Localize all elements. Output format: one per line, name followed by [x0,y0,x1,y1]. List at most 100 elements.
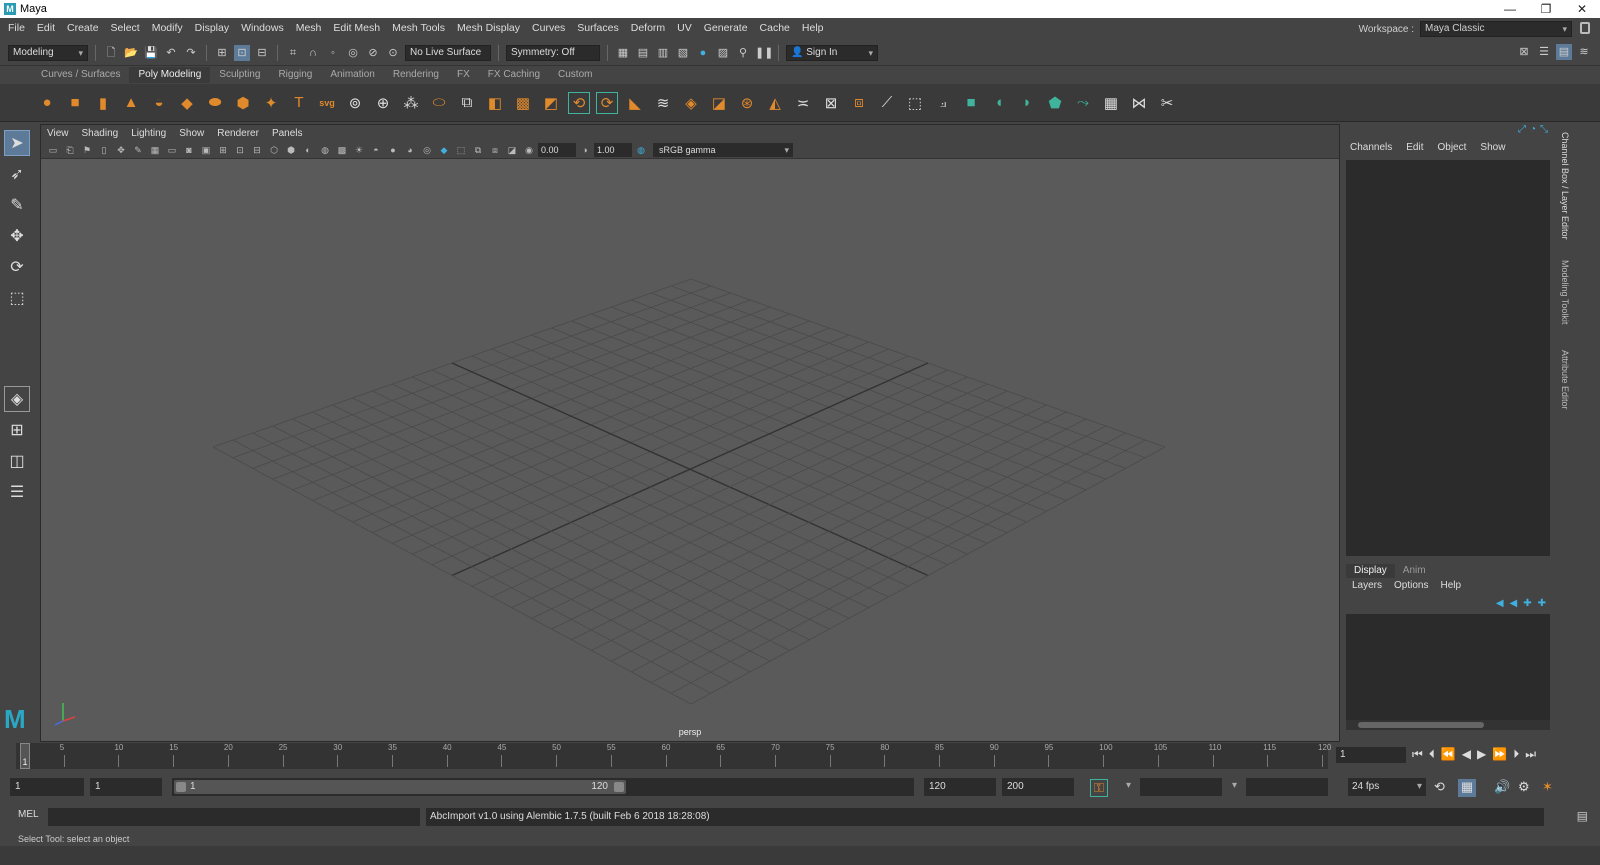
tab-rendering[interactable]: Rendering [384,67,448,83]
two-pane-layout-icon[interactable]: ◫ [4,448,30,474]
go-to-start-icon[interactable]: ⏮ [1412,747,1423,762]
vp-menu-show[interactable]: Show [179,128,204,139]
channel-box-area[interactable] [1346,160,1550,556]
snap-live-icon[interactable]: ⊙ [385,45,401,61]
gamma-icon[interactable]: ◑ [577,143,593,157]
single-perspective-layout-icon[interactable]: ◈ [4,386,30,412]
select-hierarchy-icon[interactable]: ⊞ [214,45,230,61]
new-scene-icon[interactable]: 🗋 [103,45,119,61]
play-backwards-icon[interactable]: ◀ [1462,747,1471,762]
menu-display[interactable]: Display [195,22,229,34]
depth-of-field-icon[interactable]: ◆ [436,143,452,157]
poly-disc-icon[interactable]: ⬬ [204,92,226,114]
script-editor-icon[interactable]: ▤ [1577,809,1588,823]
select-camera-icon[interactable]: ▭ [45,143,61,157]
menu-edit[interactable]: Edit [37,22,55,34]
modeling-toolkit-icon[interactable]: ⊠ [1516,44,1532,60]
poly-plane-icon[interactable]: ◆ [176,92,198,114]
sound-icon[interactable]: 🔊 [1494,779,1510,795]
menu-windows[interactable]: Windows [241,22,284,34]
resolution-gate-icon[interactable]: ◙ [181,143,197,157]
current-time-marker[interactable]: 1 [20,743,30,769]
append-polygon-icon[interactable]: ◈ [680,92,702,114]
snap-grid-icon[interactable]: ⌗ [285,45,301,61]
exposure-icon[interactable]: ◉ [521,143,537,157]
menu-select[interactable]: Select [111,22,140,34]
multi-cut-icon[interactable]: ◪ [708,92,730,114]
channel-box-icon[interactable]: ▤ [1556,44,1572,60]
menu-modify[interactable]: Modify [152,22,183,34]
menu-curves[interactable]: Curves [532,22,565,34]
cache-playback-icon[interactable]: ▦ [1458,779,1476,797]
platonic-solid-icon[interactable]: ⬢ [232,92,254,114]
anti-aliasing-icon[interactable]: ◎ [419,143,435,157]
automatic-uv-icon[interactable]: ■ [960,92,982,114]
uv-editor-icon[interactable]: ⤳ [1072,92,1094,114]
cb-menu-object[interactable]: Object [1438,142,1467,153]
menu-mesh-tools[interactable]: Mesh Tools [392,22,445,34]
grease-pencil-icon[interactable]: ✎ [130,143,146,157]
exposure-field[interactable]: 0.00 [538,142,576,157]
side-tab-channel-box[interactable]: Channel Box / Layer Editor [1560,132,1570,240]
side-tab-attribute-editor[interactable]: Attribute Editor [1560,350,1570,410]
vp-menu-shading[interactable]: Shading [82,128,119,139]
hypershade-icon[interactable]: ● [695,45,711,61]
channel-box-expand-icon[interactable]: ⤡ [1540,124,1548,138]
menu-uv[interactable]: UV [677,22,692,34]
smooth-icon[interactable]: ▩ [512,92,534,114]
2d-pan-icon[interactable]: ✥ [113,143,129,157]
channel-box-help-icon[interactable]: ◔ [1530,124,1536,138]
script-language-toggle[interactable]: MEL [18,809,39,820]
tab-custom[interactable]: Custom [549,67,601,83]
vp-menu-lighting[interactable]: Lighting [131,128,166,139]
step-forward-icon[interactable]: ⏵ [1513,747,1519,762]
poly-smooth-icon[interactable]: ⁂ [400,92,422,114]
cb-menu-edit[interactable]: Edit [1406,142,1423,153]
lasso-tool-icon[interactable]: ➶ [4,161,30,187]
layer-list[interactable] [1346,614,1550,720]
combine-icon[interactable]: ⬭ [428,92,450,114]
cylindrical-uv-icon[interactable]: ◖ [988,92,1010,114]
sign-in-dropdown[interactable]: 👤 Sign In ▾ [786,44,878,61]
render-view-icon[interactable]: ▦ [615,45,631,61]
attribute-editor-icon[interactable]: ☰ [1536,44,1552,60]
layer-tab-anim[interactable]: Anim [1395,564,1434,578]
scale-tool-icon[interactable]: ⬚ [4,285,30,311]
save-scene-icon[interactable]: 💾 [143,45,159,61]
outliner-layout-icon[interactable]: ☰ [4,479,30,505]
camera-uv-icon[interactable]: ⬟ [1044,92,1066,114]
separate-icon[interactable]: ⧉ [456,92,478,114]
grid-toggle-icon[interactable]: ▦ [147,143,163,157]
safe-action-icon[interactable]: ⊡ [232,143,248,157]
character-set-dropdown-icon[interactable]: ▾ [1232,780,1237,791]
offset-edge-loop-icon[interactable]: ◭ [764,92,786,114]
bevel-icon[interactable]: ◣ [624,92,646,114]
menu-create[interactable]: Create [67,22,99,34]
paint-select-icon[interactable]: ✎ [4,192,30,218]
select-object-icon[interactable]: ⊡ [234,44,250,61]
cb-menu-show[interactable]: Show [1480,142,1505,153]
step-back-icon[interactable]: ⏴ [1429,747,1435,762]
layer-tab-display[interactable]: Display [1346,564,1395,578]
rotate-tool-icon[interactable]: ⟳ [4,254,30,280]
smooth-shade-icon[interactable]: ⬢ [283,143,299,157]
viewport-panel[interactable]: View Shading Lighting Show Renderer Pane… [40,124,1340,742]
menu-mesh-display[interactable]: Mesh Display [457,22,520,34]
insert-edge-loop-icon[interactable]: ⊛ [736,92,758,114]
xray-icon[interactable]: ⧉ [470,143,486,157]
extrude-icon[interactable]: ⟲ [568,91,590,114]
live-surface-field[interactable]: No Live Surface [405,44,491,61]
current-frame-field[interactable]: 1 [1336,747,1406,763]
new-layer-icon[interactable]: ✚ [1538,598,1546,609]
vp-menu-view[interactable]: View [47,128,69,139]
vp-menu-renderer[interactable]: Renderer [217,128,259,139]
bridge-icon[interactable]: ⟳ [596,91,618,114]
move-layer-up-icon[interactable]: ◀ [1496,598,1504,609]
checker-icon[interactable]: ▦ [1100,92,1122,114]
layer-scrollbar[interactable] [1346,720,1550,730]
bookmark-icon[interactable]: ⚑ [79,143,95,157]
planar-uv-icon[interactable]: ⟓ [932,92,954,114]
lock-icon[interactable] [1580,22,1590,34]
menu-file[interactable]: File [8,22,25,34]
quad-draw-icon[interactable]: ⧈ [848,92,870,114]
